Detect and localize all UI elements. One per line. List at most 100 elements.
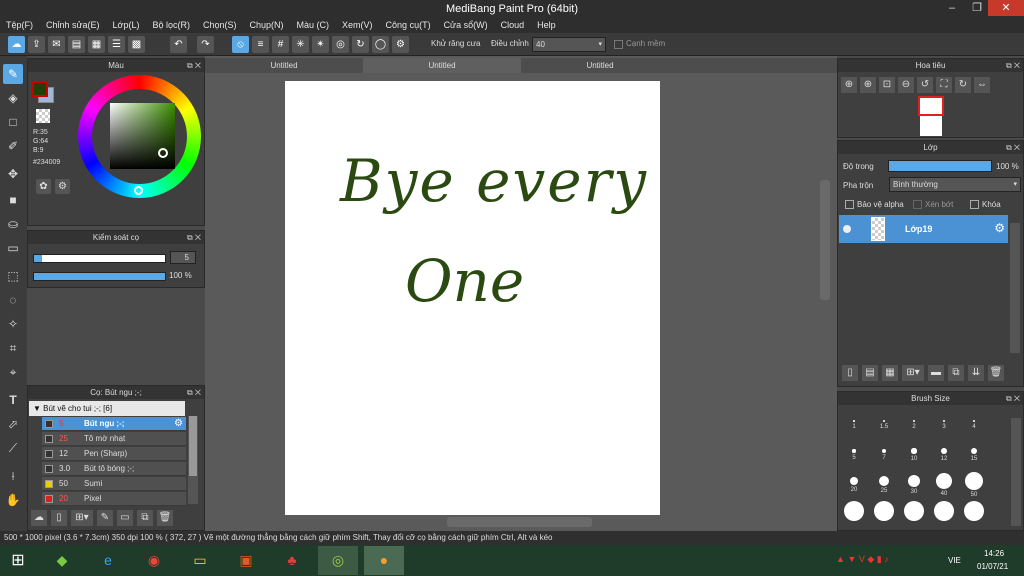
fit-window-icon[interactable]: ⊡	[879, 77, 895, 93]
panel-float-close-icon[interactable]: ⧉ ✕	[187, 59, 201, 72]
brush-size-cell[interactable]: 4	[959, 407, 989, 437]
color-picker-handle[interactable]	[158, 148, 168, 158]
list-icon[interactable]: ☰	[108, 36, 125, 53]
delete-layer-icon[interactable]: 🗑	[988, 365, 1004, 381]
close-button[interactable]: ✕	[988, 0, 1024, 16]
brush-size-cell[interactable]: 3	[929, 407, 959, 437]
radial-snap-icon[interactable]: ✴	[312, 36, 329, 53]
panel-float-close-icon[interactable]: ⧉ ✕	[1006, 392, 1020, 405]
saturation-value-square[interactable]	[110, 103, 175, 169]
gradient-tool-icon[interactable]: ▭	[3, 238, 23, 258]
dot-tool-icon[interactable]: □	[3, 112, 23, 132]
transparent-swatch[interactable]	[36, 109, 50, 123]
flip-icon[interactable]: ⇔	[974, 77, 990, 93]
menu-window[interactable]: Cửa sổ(W)	[444, 18, 488, 33]
fill-rect-tool-icon[interactable]: ■	[3, 190, 23, 210]
menu-help[interactable]: Help	[537, 18, 556, 33]
brush-size-cell[interactable]: 50	[959, 467, 989, 498]
brush-row[interactable]: 12 Pen (Sharp)	[42, 447, 186, 461]
brush-size-cell[interactable]: 10	[899, 437, 929, 467]
blend-mode-select[interactable]: Bình thường ▾	[889, 177, 1021, 192]
brush-size-cell[interactable]	[839, 497, 869, 527]
undo-icon[interactable]: ↶	[170, 36, 187, 53]
clip-checkbox[interactable]	[913, 200, 922, 209]
lock-checkbox[interactable]	[970, 200, 979, 209]
select-rect-tool-icon[interactable]: ⬚	[3, 266, 23, 286]
drawing-canvas[interactable]: Bye every One	[285, 81, 660, 515]
move-tool-icon[interactable]: ✥	[3, 164, 23, 184]
menu-cloud[interactable]: Cloud	[501, 18, 525, 33]
tab-untitled-1[interactable]: Untitled	[205, 58, 363, 73]
layer-opacity-slider[interactable]	[888, 160, 992, 172]
menu-select[interactable]: Chọn(S)	[203, 18, 237, 33]
brush-size-cell[interactable]: 1	[839, 407, 869, 437]
brush-size-cell[interactable]: 25	[869, 467, 899, 497]
eye-icon[interactable]	[843, 225, 851, 233]
primary-color-swatch[interactable]	[32, 81, 48, 97]
navigator-thumbnail[interactable]	[918, 96, 944, 136]
add-brush-dropdown-icon[interactable]: ⊞▾	[71, 510, 93, 526]
navigator-viewport[interactable]	[918, 96, 944, 116]
settings-snap-icon[interactable]: ⚙	[392, 36, 409, 53]
brush-row[interactable]: 3.0 Bút tô bóng ;-;	[42, 462, 186, 476]
minimize-button[interactable]: –	[938, 0, 966, 16]
no-snap-icon[interactable]: ⦸	[232, 36, 249, 53]
brush-row[interactable]: 25 Tô mờ nhạt	[42, 432, 186, 446]
text-tool-icon[interactable]: T	[3, 390, 23, 410]
menu-filter[interactable]: Bộ lọc(R)	[152, 18, 190, 33]
protect-alpha-checkbox[interactable]	[845, 200, 854, 209]
crosshatch-snap-icon[interactable]: #	[272, 36, 289, 53]
layer-scrollbar[interactable]	[1010, 223, 1020, 353]
curve-snap-icon[interactable]: ↻	[352, 36, 369, 53]
clock-date[interactable]: 01/07/21	[977, 562, 1008, 571]
share-icon[interactable]: ⇪	[28, 36, 45, 53]
bucket-tool-icon[interactable]: ⛀	[3, 214, 23, 234]
duplicate-brush-icon[interactable]: ⧉	[137, 510, 153, 526]
adjust-select[interactable]: 40 ▾	[532, 37, 606, 52]
ellipse-snap-icon[interactable]: ◯	[372, 36, 389, 53]
document-icon[interactable]: ▤	[68, 36, 85, 53]
brush-list-scrollbar[interactable]	[188, 416, 198, 504]
cloud-brush-icon[interactable]: ☁	[31, 510, 47, 526]
panel-float-close-icon[interactable]: ⧉ ✕	[187, 231, 201, 244]
brush-group-row[interactable]: ▼ Bút vẽ cho tui ;-; [6]	[29, 401, 185, 416]
panel-float-close-icon[interactable]: ⧉ ✕	[1006, 59, 1020, 72]
brush-row[interactable]: 20 Pixel	[42, 492, 186, 506]
file-explorer-icon[interactable]: ▭	[180, 546, 220, 575]
page-icon[interactable]: ▦	[88, 36, 105, 53]
operation-tool-icon[interactable]: ⬀	[3, 414, 23, 434]
blur-tool-icon[interactable]: ✐	[3, 136, 23, 156]
brush-size-cell[interactable]: 30	[899, 467, 929, 497]
medibang-icon[interactable]: ●	[364, 546, 404, 575]
brush-size-value[interactable]: 5	[170, 251, 196, 264]
new-layer-icon[interactable]: ▯	[842, 365, 858, 381]
redo-icon[interactable]: ↷	[197, 36, 214, 53]
duplicate-layer-icon[interactable]: ⧉	[948, 365, 964, 381]
vanishing-point-icon[interactable]: ✳	[292, 36, 309, 53]
menu-file[interactable]: Tệp(F)	[6, 18, 33, 33]
clock-time[interactable]: 14:26	[984, 549, 1004, 558]
add-layer-dropdown-icon[interactable]: ⊞▾	[902, 365, 924, 381]
brush-opacity-slider[interactable]	[33, 272, 166, 281]
brush-size-slider[interactable]	[33, 254, 166, 263]
restore-button[interactable]: ❐	[966, 0, 988, 16]
select-eraser-tool-icon[interactable]: ⌖	[3, 362, 23, 382]
horizontal-scrollbar[interactable]	[447, 517, 592, 527]
eraser-tool-icon[interactable]: ◈	[3, 88, 23, 108]
select-pen-tool-icon[interactable]: ⌗	[3, 338, 23, 358]
folder-icon[interactable]: ▬	[928, 365, 944, 381]
palette-settings-icon[interactable]: ⚙	[55, 179, 70, 194]
delete-brush-icon[interactable]: 🗑	[157, 510, 173, 526]
hue-handle[interactable]	[134, 186, 143, 195]
brush-size-cell[interactable]: 40	[929, 467, 959, 497]
chat-icon[interactable]: ✉	[48, 36, 65, 53]
menu-snap[interactable]: Chụp(N)	[250, 18, 284, 33]
edit-brush-icon[interactable]: ✎	[97, 510, 113, 526]
zoom-in-icon[interactable]: ⊕	[860, 77, 876, 93]
lasso-tool-icon[interactable]: ◌	[3, 290, 23, 310]
chrome-icon[interactable]: ◉	[134, 546, 174, 575]
soft-edge-checkbox[interactable]	[614, 40, 623, 49]
folder-icon[interactable]: ▭	[117, 510, 133, 526]
brush-size-cell[interactable]	[899, 497, 929, 527]
concentric-snap-icon[interactable]: ◎	[332, 36, 349, 53]
